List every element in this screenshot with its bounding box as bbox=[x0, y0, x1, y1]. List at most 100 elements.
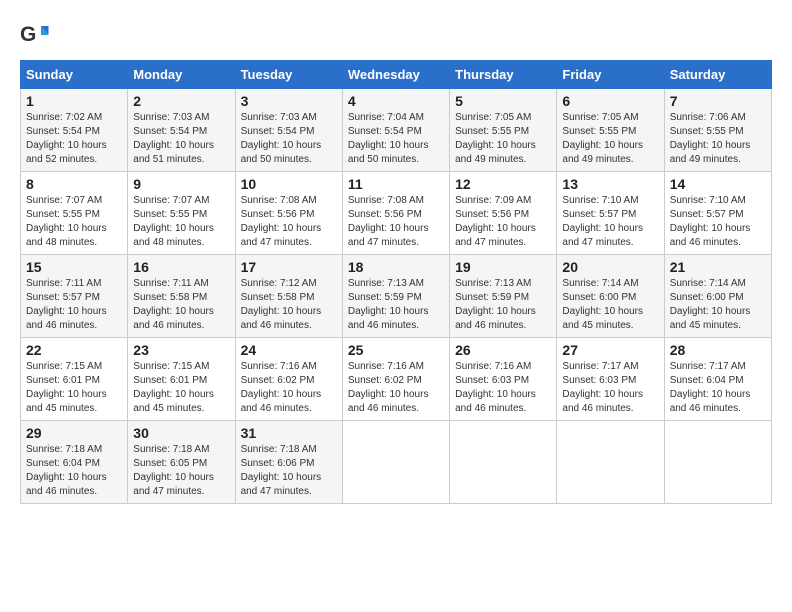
day-info: Sunrise: 7:03 AM Sunset: 5:54 PM Dayligh… bbox=[133, 111, 229, 167]
weekday-header-row: SundayMondayTuesdayWednesdayThursdayFrid… bbox=[21, 61, 772, 89]
day-info: Sunrise: 7:11 AM Sunset: 5:58 PM Dayligh… bbox=[133, 277, 229, 333]
day-info: Sunrise: 7:05 AM Sunset: 5:55 PM Dayligh… bbox=[455, 111, 551, 167]
day-info: Sunrise: 7:10 AM Sunset: 5:57 PM Dayligh… bbox=[562, 194, 658, 250]
day-number: 25 bbox=[348, 342, 444, 358]
weekday-header-wednesday: Wednesday bbox=[342, 61, 449, 89]
calendar-week-5: 29 Sunrise: 7:18 AM Sunset: 6:04 PM Dayl… bbox=[21, 421, 772, 504]
calendar-cell: 13 Sunrise: 7:10 AM Sunset: 5:57 PM Dayl… bbox=[557, 172, 664, 255]
calendar-week-1: 1 Sunrise: 7:02 AM Sunset: 5:54 PM Dayli… bbox=[21, 89, 772, 172]
calendar-cell bbox=[664, 421, 771, 504]
day-number: 10 bbox=[241, 176, 337, 192]
calendar-cell: 26 Sunrise: 7:16 AM Sunset: 6:03 PM Dayl… bbox=[450, 338, 557, 421]
day-number: 1 bbox=[26, 93, 122, 109]
day-number: 26 bbox=[455, 342, 551, 358]
weekday-header-sunday: Sunday bbox=[21, 61, 128, 89]
day-info: Sunrise: 7:07 AM Sunset: 5:55 PM Dayligh… bbox=[133, 194, 229, 250]
day-number: 16 bbox=[133, 259, 229, 275]
calendar-week-2: 8 Sunrise: 7:07 AM Sunset: 5:55 PM Dayli… bbox=[21, 172, 772, 255]
calendar-cell: 30 Sunrise: 7:18 AM Sunset: 6:05 PM Dayl… bbox=[128, 421, 235, 504]
day-number: 5 bbox=[455, 93, 551, 109]
day-info: Sunrise: 7:16 AM Sunset: 6:02 PM Dayligh… bbox=[348, 360, 444, 416]
calendar-cell: 16 Sunrise: 7:11 AM Sunset: 5:58 PM Dayl… bbox=[128, 255, 235, 338]
day-info: Sunrise: 7:04 AM Sunset: 5:54 PM Dayligh… bbox=[348, 111, 444, 167]
svg-text:G: G bbox=[20, 23, 36, 46]
day-number: 18 bbox=[348, 259, 444, 275]
calendar-cell: 14 Sunrise: 7:10 AM Sunset: 5:57 PM Dayl… bbox=[664, 172, 771, 255]
day-number: 12 bbox=[455, 176, 551, 192]
calendar-body: 1 Sunrise: 7:02 AM Sunset: 5:54 PM Dayli… bbox=[21, 89, 772, 504]
calendar-cell bbox=[450, 421, 557, 504]
calendar-cell: 21 Sunrise: 7:14 AM Sunset: 6:00 PM Dayl… bbox=[664, 255, 771, 338]
day-info: Sunrise: 7:18 AM Sunset: 6:04 PM Dayligh… bbox=[26, 443, 122, 499]
calendar-cell: 5 Sunrise: 7:05 AM Sunset: 5:55 PM Dayli… bbox=[450, 89, 557, 172]
day-number: 15 bbox=[26, 259, 122, 275]
calendar-cell: 28 Sunrise: 7:17 AM Sunset: 6:04 PM Dayl… bbox=[664, 338, 771, 421]
calendar-cell: 1 Sunrise: 7:02 AM Sunset: 5:54 PM Dayli… bbox=[21, 89, 128, 172]
calendar-cell: 4 Sunrise: 7:04 AM Sunset: 5:54 PM Dayli… bbox=[342, 89, 449, 172]
day-number: 13 bbox=[562, 176, 658, 192]
day-number: 28 bbox=[670, 342, 766, 358]
day-info: Sunrise: 7:08 AM Sunset: 5:56 PM Dayligh… bbox=[241, 194, 337, 250]
logo-icon: G bbox=[20, 20, 50, 50]
day-info: Sunrise: 7:09 AM Sunset: 5:56 PM Dayligh… bbox=[455, 194, 551, 250]
calendar-week-4: 22 Sunrise: 7:15 AM Sunset: 6:01 PM Dayl… bbox=[21, 338, 772, 421]
day-number: 19 bbox=[455, 259, 551, 275]
day-info: Sunrise: 7:10 AM Sunset: 5:57 PM Dayligh… bbox=[670, 194, 766, 250]
day-number: 8 bbox=[26, 176, 122, 192]
day-number: 29 bbox=[26, 425, 122, 441]
calendar-cell bbox=[557, 421, 664, 504]
day-info: Sunrise: 7:14 AM Sunset: 6:00 PM Dayligh… bbox=[670, 277, 766, 333]
calendar-cell bbox=[342, 421, 449, 504]
weekday-header-monday: Monday bbox=[128, 61, 235, 89]
day-number: 30 bbox=[133, 425, 229, 441]
calendar-cell: 7 Sunrise: 7:06 AM Sunset: 5:55 PM Dayli… bbox=[664, 89, 771, 172]
day-info: Sunrise: 7:16 AM Sunset: 6:02 PM Dayligh… bbox=[241, 360, 337, 416]
day-info: Sunrise: 7:11 AM Sunset: 5:57 PM Dayligh… bbox=[26, 277, 122, 333]
day-info: Sunrise: 7:13 AM Sunset: 5:59 PM Dayligh… bbox=[455, 277, 551, 333]
day-info: Sunrise: 7:18 AM Sunset: 6:05 PM Dayligh… bbox=[133, 443, 229, 499]
calendar-cell: 24 Sunrise: 7:16 AM Sunset: 6:02 PM Dayl… bbox=[235, 338, 342, 421]
day-number: 24 bbox=[241, 342, 337, 358]
calendar-cell: 6 Sunrise: 7:05 AM Sunset: 5:55 PM Dayli… bbox=[557, 89, 664, 172]
day-info: Sunrise: 7:05 AM Sunset: 5:55 PM Dayligh… bbox=[562, 111, 658, 167]
calendar-cell: 18 Sunrise: 7:13 AM Sunset: 5:59 PM Dayl… bbox=[342, 255, 449, 338]
calendar-cell: 11 Sunrise: 7:08 AM Sunset: 5:56 PM Dayl… bbox=[342, 172, 449, 255]
calendar-cell: 2 Sunrise: 7:03 AM Sunset: 5:54 PM Dayli… bbox=[128, 89, 235, 172]
day-info: Sunrise: 7:03 AM Sunset: 5:54 PM Dayligh… bbox=[241, 111, 337, 167]
day-info: Sunrise: 7:08 AM Sunset: 5:56 PM Dayligh… bbox=[348, 194, 444, 250]
day-number: 11 bbox=[348, 176, 444, 192]
day-number: 4 bbox=[348, 93, 444, 109]
calendar-cell: 17 Sunrise: 7:12 AM Sunset: 5:58 PM Dayl… bbox=[235, 255, 342, 338]
day-number: 3 bbox=[241, 93, 337, 109]
page-header: G bbox=[20, 20, 772, 50]
calendar-cell: 23 Sunrise: 7:15 AM Sunset: 6:01 PM Dayl… bbox=[128, 338, 235, 421]
day-info: Sunrise: 7:18 AM Sunset: 6:06 PM Dayligh… bbox=[241, 443, 337, 499]
day-number: 23 bbox=[133, 342, 229, 358]
calendar-cell: 29 Sunrise: 7:18 AM Sunset: 6:04 PM Dayl… bbox=[21, 421, 128, 504]
calendar-cell: 9 Sunrise: 7:07 AM Sunset: 5:55 PM Dayli… bbox=[128, 172, 235, 255]
logo: G bbox=[20, 20, 54, 50]
day-number: 20 bbox=[562, 259, 658, 275]
calendar-cell: 19 Sunrise: 7:13 AM Sunset: 5:59 PM Dayl… bbox=[450, 255, 557, 338]
calendar-cell: 10 Sunrise: 7:08 AM Sunset: 5:56 PM Dayl… bbox=[235, 172, 342, 255]
day-number: 2 bbox=[133, 93, 229, 109]
calendar-cell: 25 Sunrise: 7:16 AM Sunset: 6:02 PM Dayl… bbox=[342, 338, 449, 421]
calendar-cell: 22 Sunrise: 7:15 AM Sunset: 6:01 PM Dayl… bbox=[21, 338, 128, 421]
day-number: 7 bbox=[670, 93, 766, 109]
day-info: Sunrise: 7:13 AM Sunset: 5:59 PM Dayligh… bbox=[348, 277, 444, 333]
day-number: 6 bbox=[562, 93, 658, 109]
day-number: 21 bbox=[670, 259, 766, 275]
day-number: 14 bbox=[670, 176, 766, 192]
day-info: Sunrise: 7:17 AM Sunset: 6:03 PM Dayligh… bbox=[562, 360, 658, 416]
calendar-week-3: 15 Sunrise: 7:11 AM Sunset: 5:57 PM Dayl… bbox=[21, 255, 772, 338]
day-number: 31 bbox=[241, 425, 337, 441]
day-number: 17 bbox=[241, 259, 337, 275]
day-info: Sunrise: 7:15 AM Sunset: 6:01 PM Dayligh… bbox=[26, 360, 122, 416]
calendar-cell: 20 Sunrise: 7:14 AM Sunset: 6:00 PM Dayl… bbox=[557, 255, 664, 338]
day-info: Sunrise: 7:17 AM Sunset: 6:04 PM Dayligh… bbox=[670, 360, 766, 416]
weekday-header-friday: Friday bbox=[557, 61, 664, 89]
weekday-header-thursday: Thursday bbox=[450, 61, 557, 89]
day-info: Sunrise: 7:15 AM Sunset: 6:01 PM Dayligh… bbox=[133, 360, 229, 416]
calendar-cell: 31 Sunrise: 7:18 AM Sunset: 6:06 PM Dayl… bbox=[235, 421, 342, 504]
day-info: Sunrise: 7:06 AM Sunset: 5:55 PM Dayligh… bbox=[670, 111, 766, 167]
